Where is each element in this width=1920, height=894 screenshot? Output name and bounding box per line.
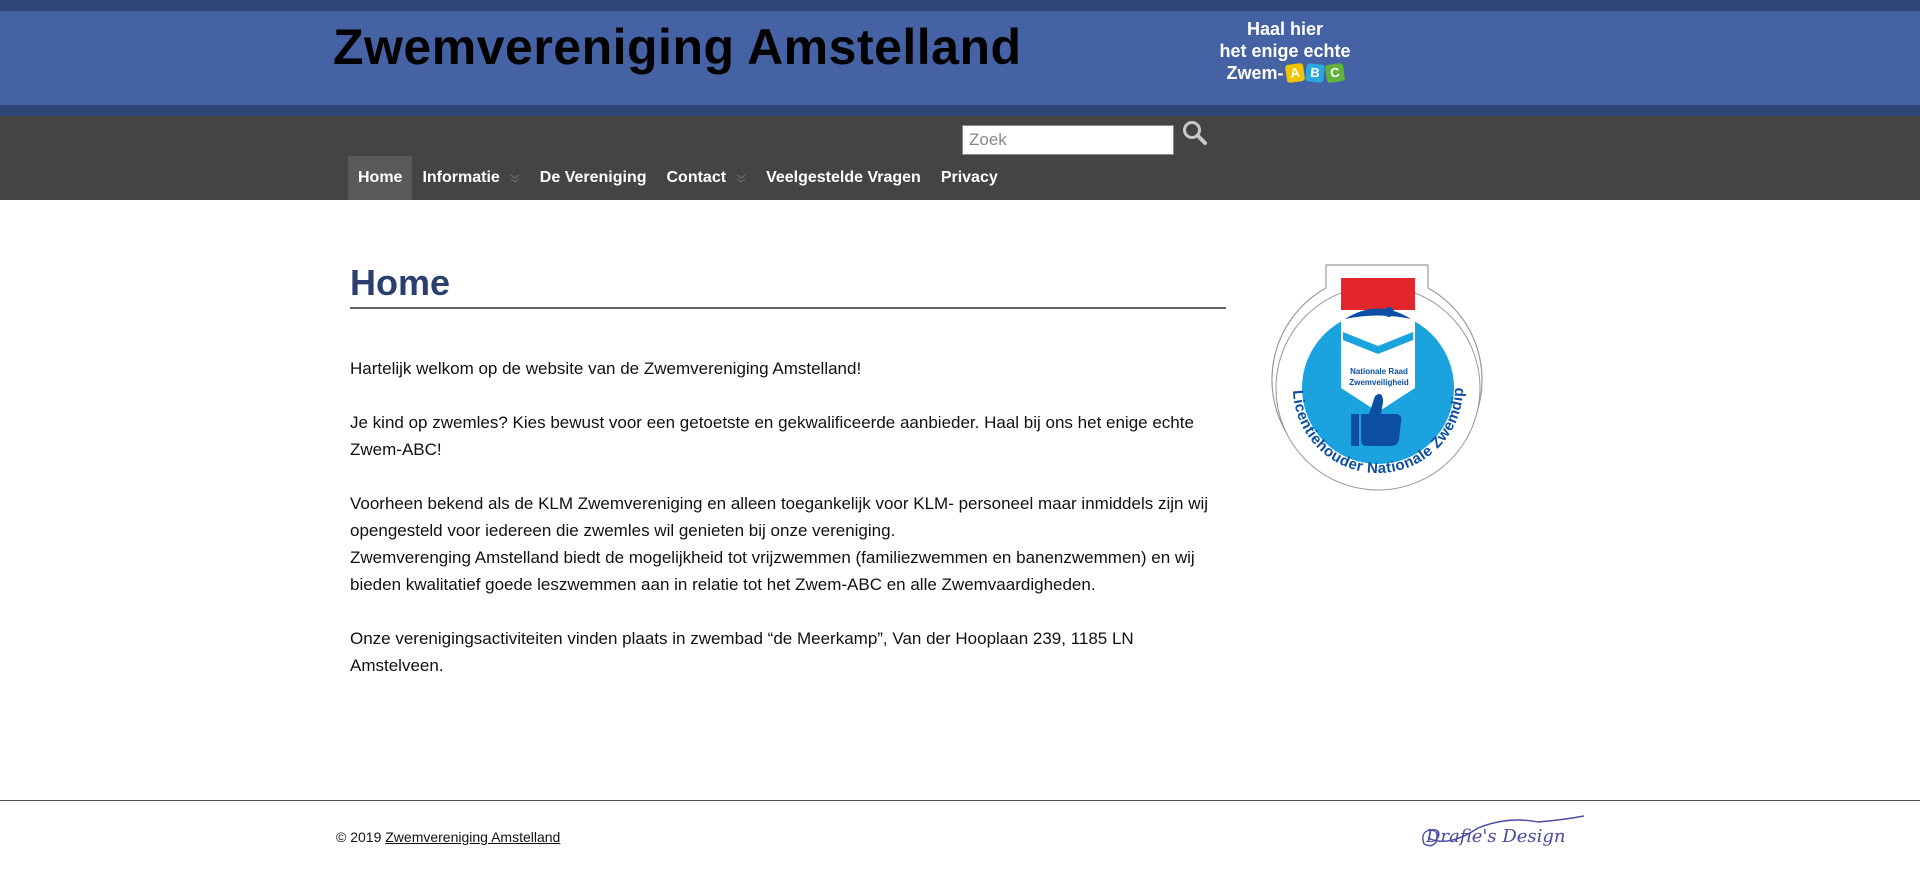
nav-item-label: Contact	[666, 169, 727, 186]
abc-block-c: C	[1324, 62, 1345, 84]
footer-divider	[0, 800, 1920, 801]
nav-item-label: Home	[358, 169, 403, 186]
zwemdiploma-license-badge: Nationale Raad Zwemveiligheid Licentieho…	[1271, 262, 1485, 494]
copyright-link[interactable]: Zwemvereniging Amstelland	[385, 829, 560, 845]
nav-item-privacy[interactable]: Privacy	[931, 156, 1008, 200]
site-title[interactable]: Zwemvereniging Amstelland	[333, 18, 1022, 76]
nav-item-label: Veelgestelde Vragen	[766, 169, 921, 186]
content-paragraph: Voorheen bekend als de KLM Zwemverenigin…	[350, 490, 1230, 598]
main-content: Hartelijk welkom op de website van de Zw…	[350, 355, 1230, 706]
content-text: Voorheen bekend als de KLM Zwemverenigin…	[350, 494, 1209, 540]
promo-zwem-prefix: Zwem-	[1226, 63, 1284, 83]
search-input[interactable]	[962, 125, 1174, 155]
promo-abc-row: Zwem- A B C	[1226, 62, 1345, 84]
title-divider	[350, 307, 1226, 309]
nav-item-label: De Vereniging	[539, 169, 647, 186]
nav-item-label: Informatie	[422, 169, 500, 186]
main-menu: Home Informatie De Vereniging Contact Ve…	[348, 156, 1008, 200]
footer-copyright: © 2019 Zwemvereniging Amstelland	[336, 829, 560, 845]
promo-line-2: het enige echte	[1219, 41, 1351, 61]
page-title: Home	[350, 262, 451, 303]
nav-item-de-vereniging[interactable]: De Vereniging	[530, 156, 657, 200]
search-icon[interactable]	[1181, 119, 1209, 147]
chevron-down-icon	[736, 173, 746, 183]
nav-item-label: Privacy	[940, 169, 998, 186]
abc-block-a: A	[1284, 62, 1305, 84]
nav-item-informatie[interactable]: Informatie	[412, 156, 529, 200]
content-text: Zwemverenging Amstelland biedt de mogeli…	[350, 548, 1195, 594]
badge-ring-text: Licentiehouder Nationale Zwemdiploma's	[1271, 262, 1467, 477]
designer-signature-logo[interactable]: Drafie's Design	[1418, 808, 1585, 856]
svg-text:Licentiehouder Nationale Zwemd: Licentiehouder Nationale Zwemdiploma's	[1271, 262, 1467, 477]
copyright-prefix: © 2019	[336, 829, 382, 845]
nav-item-contact[interactable]: Contact	[657, 156, 757, 200]
chevron-down-icon	[510, 173, 520, 183]
nav-item-home[interactable]: Home	[348, 156, 413, 200]
content-paragraph: Je kind op zwemles? Kies bewust voor een…	[350, 413, 1194, 459]
signature-text: Drafie's Design	[1425, 826, 1566, 847]
promo-line-1: Haal hier	[1246, 19, 1324, 39]
abc-block-b: B	[1304, 63, 1325, 83]
content-paragraph: Onze verenigingsactiviteiten vinden plaa…	[350, 629, 1134, 675]
badge-ring-text-layer: Licentiehouder Nationale Zwemdiploma's	[1271, 262, 1467, 477]
promo-line-3: Zwem- A B C	[1205, 62, 1365, 84]
content-paragraph: Hartelijk welkom op de website van de Zw…	[350, 359, 862, 378]
nav-item-veelgestelde-vragen[interactable]: Veelgestelde Vragen	[756, 156, 931, 200]
zwem-abc-promo-link[interactable]: Haal hier het enige echte Zwem- A B C	[1205, 18, 1365, 84]
